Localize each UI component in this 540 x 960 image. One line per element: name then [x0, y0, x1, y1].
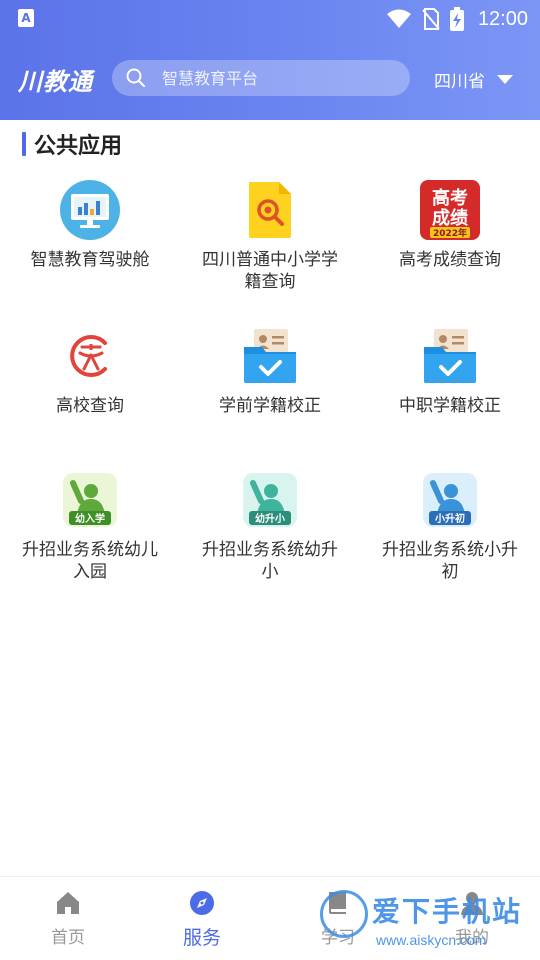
app-item-enrollment-primary[interactable]: 幼升小 升招业务系统幼升小 — [180, 469, 360, 583]
app-label: 升招业务系统幼升小 — [202, 540, 338, 582]
app-label: 高考成绩查询 — [399, 250, 501, 270]
app-label: 中职学籍校正 — [399, 396, 501, 416]
university-icon — [60, 325, 120, 387]
enroll-tag: 幼升小 — [255, 512, 285, 525]
home-icon — [57, 892, 79, 914]
bottom-nav: 首页 服务 学习 我的 — [0, 876, 540, 960]
gaokao-badge-year: 2022年 — [433, 227, 467, 239]
nav-item-service[interactable]: 服务 — [152, 889, 252, 950]
folder-check-icon — [420, 325, 480, 387]
search-icon — [126, 68, 145, 87]
nav-item-study[interactable]: 学习 — [288, 889, 388, 948]
nav-item-mine[interactable]: 我的 — [422, 889, 522, 948]
enroll-tag: 幼入学 — [75, 512, 105, 525]
app-item-university-query[interactable]: 高校查询 — [0, 325, 180, 417]
student-raise-hand-icon: 幼入学 — [60, 469, 120, 531]
app-item-enrollment-middle[interactable]: 小升初 升招业务系统小升初 — [360, 469, 540, 583]
app-item-smart-education-cockpit[interactable]: 智慧教育驾驶舱 — [0, 179, 180, 271]
section-header: 公共应用 — [22, 130, 123, 159]
student-raise-hand-icon: 幼升小 — [240, 469, 300, 531]
app-label: 升招业务系统幼儿入园 — [22, 540, 158, 582]
nav-label: 学习 — [321, 928, 355, 948]
search-box[interactable] — [112, 60, 410, 96]
status-bar: A 12:00 — [0, 0, 540, 38]
section-title: 公共应用 — [34, 134, 123, 159]
nav-item-home[interactable]: 首页 — [18, 889, 118, 948]
app-label: 学前学籍校正 — [219, 396, 321, 416]
app-label: 高校查询 — [56, 396, 124, 416]
app-item-gaokao-score[interactable]: 高考 成绩 2022年 高考成绩查询 — [360, 179, 540, 271]
student-raise-hand-icon: 小升初 — [420, 469, 480, 531]
app-label: 四川普通中小学学籍查询 — [202, 250, 338, 292]
province-selector[interactable]: 四川省 — [434, 66, 513, 92]
app-item-vocational-status-correction[interactable]: 中职学籍校正 — [360, 325, 540, 417]
nav-label: 服务 — [182, 927, 221, 949]
status-right: 12:00 — [386, 6, 528, 32]
caret-down-icon — [497, 74, 513, 84]
status-time: 12:00 — [477, 7, 528, 30]
app-header: A 12:00 川教通 四川省 — [0, 0, 540, 120]
app-item-student-status-query[interactable]: 四川普通中小学学籍查询 — [180, 179, 360, 293]
app-label: 升招业务系统小升初 — [382, 540, 518, 582]
search-document-icon — [240, 179, 300, 241]
monitor-dashboard-icon — [60, 179, 120, 241]
wifi-icon — [386, 9, 411, 28]
compass-icon — [190, 891, 214, 915]
app-label: 智慧教育驾驶舱 — [30, 250, 150, 270]
battery-charging-icon — [449, 7, 464, 31]
user-icon — [461, 892, 483, 915]
enroll-tag: 小升初 — [434, 512, 465, 525]
folder-check-icon — [240, 325, 300, 387]
app-item-preschool-status-correction[interactable]: 学前学籍校正 — [180, 325, 360, 417]
no-sim-icon — [422, 8, 440, 30]
nav-label: 首页 — [51, 928, 85, 948]
app-item-enrollment-kindergarten[interactable]: 幼入学 升招业务系统幼儿入园 — [0, 469, 180, 583]
search-input[interactable] — [162, 60, 402, 96]
book-icon — [329, 892, 346, 914]
gaokao-badge-mid: 成绩 — [432, 207, 468, 229]
app-logo: 川教通 — [18, 67, 93, 96]
notification-app-icon: A — [18, 9, 34, 27]
province-label: 四川省 — [434, 71, 485, 92]
gaokao-score-icon: 高考 成绩 2022年 — [420, 179, 480, 241]
nav-label: 我的 — [455, 928, 489, 948]
section-accent-bar — [22, 132, 26, 156]
gaokao-badge-top: 高考 — [432, 187, 468, 209]
